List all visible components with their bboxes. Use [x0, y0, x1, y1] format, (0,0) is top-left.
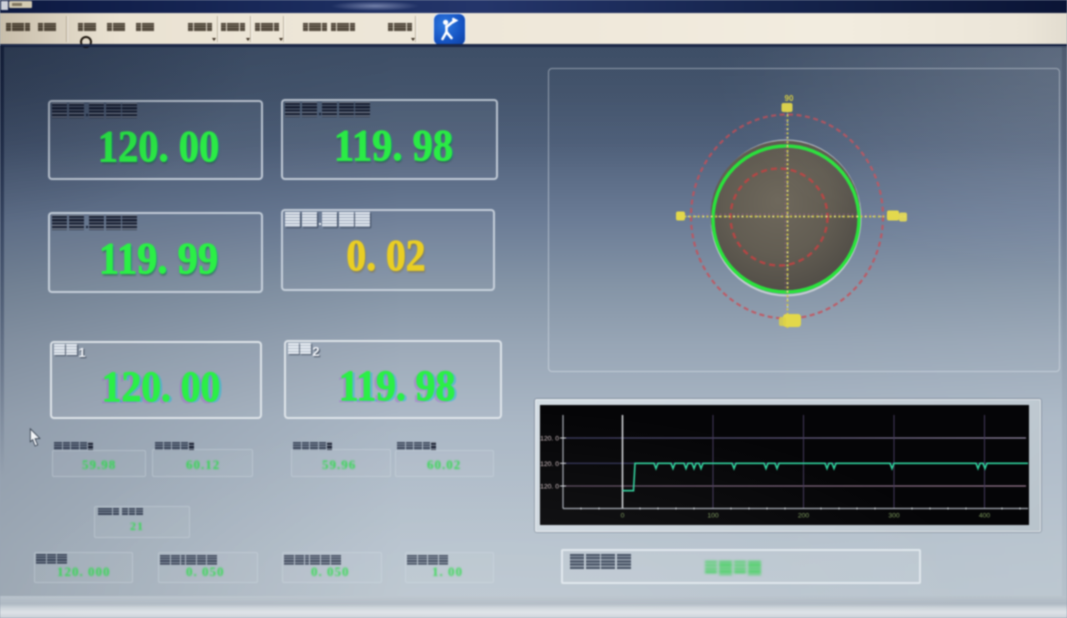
- svg-text:90: 90: [785, 94, 794, 103]
- svg-text:120. 0: 120. 0: [540, 461, 559, 468]
- svg-text:400: 400: [979, 513, 991, 520]
- svg-text:100: 100: [707, 513, 719, 520]
- svg-text:0: 0: [621, 513, 625, 520]
- svg-text:120. 0: 120. 0: [540, 436, 559, 443]
- svg-text:120. 0: 120. 0: [540, 484, 559, 491]
- svg-text:300: 300: [888, 513, 900, 520]
- svg-text:200: 200: [798, 513, 810, 520]
